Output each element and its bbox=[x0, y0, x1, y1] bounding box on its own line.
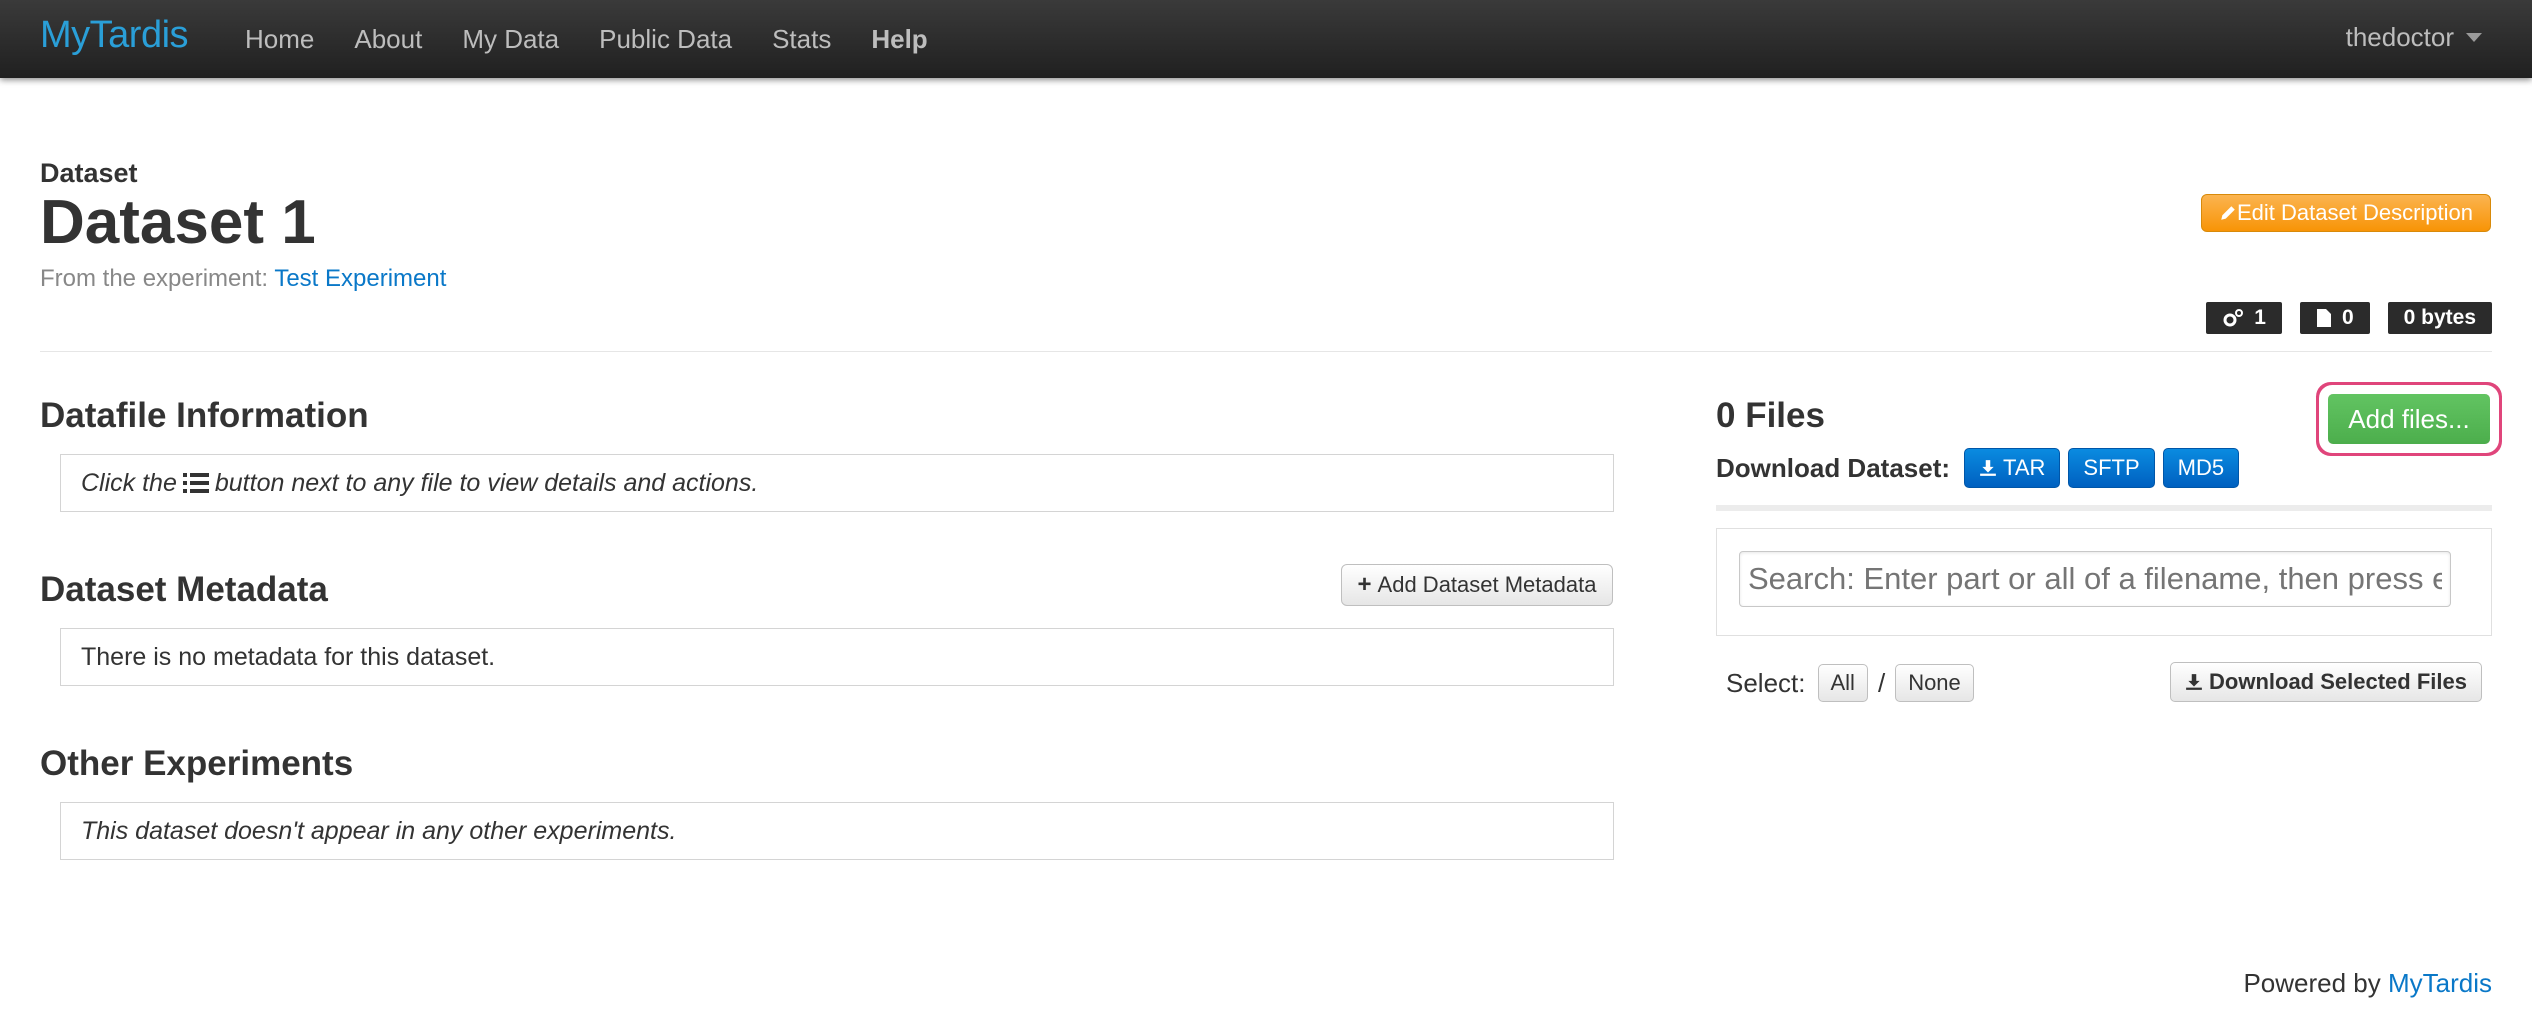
dataset-label: Dataset bbox=[40, 158, 138, 188]
select-none-button[interactable]: None bbox=[1895, 664, 1974, 702]
datafile-info-title: Datafile Information bbox=[40, 396, 369, 435]
footer-link[interactable]: MyTardis bbox=[2388, 968, 2492, 998]
nav-help[interactable]: Help bbox=[871, 24, 927, 55]
download-icon bbox=[2186, 674, 2202, 690]
download-icon bbox=[1980, 460, 1996, 476]
files-count: 0 Files bbox=[1716, 396, 1825, 435]
download-selected-files-button[interactable]: Download Selected Files bbox=[2170, 662, 2482, 702]
header-divider bbox=[40, 351, 2492, 352]
download-dataset-row: Download Dataset: TAR SFTP MD5 bbox=[1716, 448, 2240, 488]
footer: Powered by MyTardis bbox=[2243, 968, 2492, 999]
dataset-size: 0 bytes bbox=[2403, 306, 2476, 329]
other-experiments-well: This dataset doesn't appear in any other… bbox=[60, 802, 1614, 860]
select-label: Select: bbox=[1726, 667, 1806, 698]
nav-links: Home About My Data Public Data Stats Hel… bbox=[245, 0, 968, 78]
page-title: Dataset 1 bbox=[40, 188, 316, 257]
file-search-input[interactable] bbox=[1739, 551, 2451, 607]
gears-icon bbox=[2223, 309, 2244, 327]
edit-dataset-description-button[interactable]: Edit Dataset Description bbox=[2201, 194, 2491, 232]
download-md5-button[interactable]: MD5 bbox=[2162, 448, 2240, 488]
datafile-info-well: Click the button next to any file to vie… bbox=[60, 454, 1614, 512]
file-count: 0 bbox=[2341, 306, 2354, 329]
edit-dataset-description-label: Edit Dataset Description bbox=[2237, 200, 2473, 225]
select-row: Select: All / None bbox=[1726, 664, 1974, 702]
from-experiment-prefix: From the experiment: bbox=[40, 265, 269, 292]
file-search-panel bbox=[1716, 528, 2492, 636]
caret-down-icon bbox=[2466, 33, 2482, 42]
datafile-info-text-before: Click the bbox=[81, 468, 177, 497]
metadata-well: There is no metadata for this dataset. bbox=[60, 628, 1614, 686]
dataset-metadata-title: Dataset Metadata bbox=[40, 570, 328, 609]
file-count-badge: 0 bbox=[2299, 302, 2370, 334]
nav-my-data[interactable]: My Data bbox=[462, 24, 559, 55]
metadata-empty-text: There is no metadata for this dataset. bbox=[81, 642, 496, 671]
download-tar-button[interactable]: TAR bbox=[1964, 448, 2061, 488]
file-icon bbox=[2316, 309, 2331, 327]
download-tar-label: TAR bbox=[2003, 455, 2046, 480]
user-name: thedoctor bbox=[2345, 22, 2454, 52]
brand-logo[interactable]: MyTardis bbox=[40, 14, 189, 57]
download-dataset-label: Download Dataset: bbox=[1716, 452, 1951, 483]
dataset-stats: 1 0 0 bytes bbox=[2206, 302, 2492, 334]
experiment-link[interactable]: Test Experiment bbox=[274, 265, 446, 292]
nav-public-data[interactable]: Public Data bbox=[599, 24, 732, 55]
footer-prefix: Powered by bbox=[2243, 968, 2381, 998]
download-md5-label: MD5 bbox=[2177, 455, 2225, 480]
top-navbar: MyTardis Home About My Data Public Data … bbox=[0, 0, 2532, 78]
nav-about[interactable]: About bbox=[354, 24, 422, 55]
plus-icon: + bbox=[1357, 571, 1372, 598]
add-dataset-metadata-button[interactable]: + Add Dataset Metadata bbox=[1341, 564, 1613, 606]
experiment-count: 1 bbox=[2254, 306, 2266, 329]
select-all-button[interactable]: All bbox=[1817, 664, 1868, 702]
pencil-icon bbox=[2221, 206, 2235, 220]
datafile-info-text-after: button next to any file to view details … bbox=[214, 468, 759, 497]
other-experiments-title: Other Experiments bbox=[40, 744, 354, 783]
user-menu[interactable]: thedoctor bbox=[2346, 22, 2482, 53]
download-sftp-button[interactable]: SFTP bbox=[2068, 448, 2155, 488]
size-badge: 0 bytes bbox=[2387, 302, 2492, 334]
list-icon bbox=[182, 473, 209, 493]
add-dataset-metadata-label: Add Dataset Metadata bbox=[1377, 572, 1597, 597]
files-divider bbox=[1716, 505, 2492, 511]
other-experiments-empty-text: This dataset doesn't appear in any other… bbox=[81, 816, 677, 845]
nav-home[interactable]: Home bbox=[245, 24, 314, 55]
select-separator: / bbox=[1877, 667, 1886, 698]
add-files-button[interactable]: Add files... bbox=[2328, 394, 2490, 444]
from-experiment: From the experiment: Test Experiment bbox=[40, 265, 446, 293]
download-sftp-label: SFTP bbox=[2083, 455, 2140, 480]
download-selected-files-label: Download Selected Files bbox=[2209, 669, 2467, 694]
nav-stats[interactable]: Stats bbox=[772, 24, 831, 55]
experiment-count-badge: 1 bbox=[2206, 302, 2282, 334]
